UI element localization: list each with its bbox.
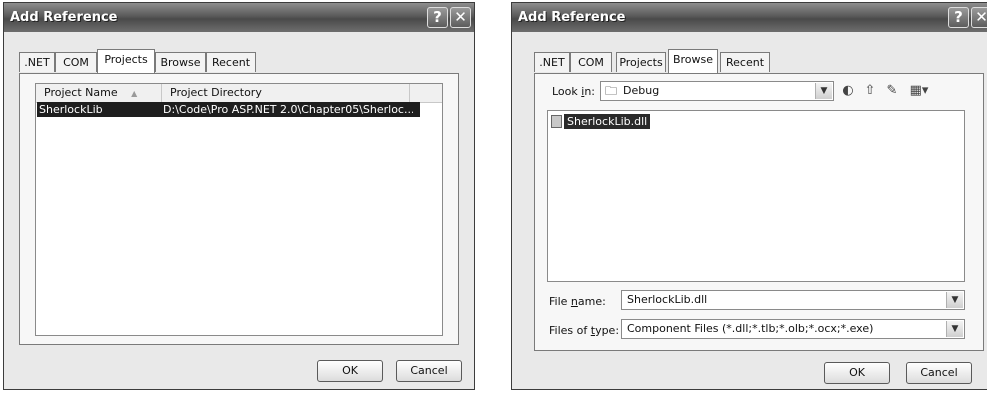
column-project-name[interactable]: Project Name ▲ xyxy=(36,84,162,102)
files-of-type-dropdown[interactable]: Component Files (*.dll;*.tlb;*.olb;*.ocx… xyxy=(621,319,965,339)
look-in-label: Look in: xyxy=(552,85,596,98)
views-menu-icon[interactable]: ▦▾ xyxy=(907,83,931,99)
back-icon[interactable]: ◐ xyxy=(840,83,856,99)
close-icon: ✕ xyxy=(454,8,467,26)
look-in-value: Debug xyxy=(623,84,660,97)
chevron-down-icon: ▼ xyxy=(946,292,963,308)
tab-dotnet[interactable]: .NET xyxy=(19,52,55,72)
tab-com[interactable]: COM xyxy=(55,52,97,72)
help-icon: ? xyxy=(954,8,963,26)
table-row[interactable]: SherlockLib D:\Code\Pro ASP.NET 2.0\Chap… xyxy=(37,102,420,117)
dialog-title: Add Reference xyxy=(10,10,118,25)
project-name-cell: SherlockLib xyxy=(39,103,103,116)
new-folder-icon[interactable]: ✎ xyxy=(884,83,900,99)
tab-panel: Project Name ▲ Project Directory Sherloc… xyxy=(19,73,459,345)
help-button[interactable]: ? xyxy=(948,7,969,28)
add-reference-dialog-browse: Add Reference ? ✕ .NET COM Projects Brow… xyxy=(511,2,987,390)
projects-list[interactable]: Project Name ▲ Project Directory Sherloc… xyxy=(35,83,443,336)
column-label: Project Name xyxy=(44,86,118,99)
column-label: Project Directory xyxy=(170,86,262,99)
title-bar: Add Reference xyxy=(512,3,987,32)
title-bar: Add Reference xyxy=(4,3,474,32)
help-icon: ? xyxy=(433,8,442,26)
column-project-directory[interactable]: Project Directory xyxy=(162,84,410,102)
chevron-down-icon: ▼ xyxy=(946,321,963,337)
close-icon: ✕ xyxy=(975,8,987,26)
tab-recent[interactable]: Recent xyxy=(720,52,770,72)
look-in-dropdown[interactable]: 🗀 Debug ▼ xyxy=(600,81,834,101)
project-directory-cell: D:\Code\Pro ASP.NET 2.0\Chapter05\Sherlo… xyxy=(163,103,413,116)
tab-browse[interactable]: Browse xyxy=(668,49,718,73)
list-header: Project Name ▲ Project Directory xyxy=(36,84,442,103)
tab-projects[interactable]: Projects xyxy=(616,52,666,72)
up-folder-icon[interactable]: ⇧ xyxy=(862,83,878,99)
close-button[interactable]: ✕ xyxy=(971,7,987,28)
file-name-input[interactable]: SherlockLib.dll ▼ xyxy=(621,290,965,310)
dll-file-icon xyxy=(551,115,562,128)
tab-browse[interactable]: Browse xyxy=(155,52,206,72)
file-name-label: File name: xyxy=(549,295,606,308)
cancel-button[interactable]: Cancel xyxy=(906,362,972,384)
file-name-value: SherlockLib.dll xyxy=(627,293,708,306)
files-of-type-value: Component Files (*.dll;*.tlb;*.olb;*.ocx… xyxy=(627,322,874,335)
files-of-type-label: Files of type: xyxy=(549,324,620,337)
ok-button[interactable]: OK xyxy=(317,360,383,382)
add-reference-dialog-projects: Add Reference ? ✕ .NET COM Projects Brow… xyxy=(3,2,475,390)
ok-button[interactable]: OK xyxy=(824,362,890,384)
tab-com[interactable]: COM xyxy=(570,52,612,72)
close-button[interactable]: ✕ xyxy=(450,7,471,28)
file-name: SherlockLib.dll xyxy=(564,114,651,129)
tab-dotnet[interactable]: .NET xyxy=(534,52,570,72)
file-list[interactable]: SherlockLib.dll xyxy=(547,110,965,282)
help-button[interactable]: ? xyxy=(427,7,448,28)
tab-projects[interactable]: Projects xyxy=(97,49,155,73)
tab-recent[interactable]: Recent xyxy=(206,52,256,72)
folder-icon: 🗀 xyxy=(605,84,618,98)
cancel-button[interactable]: Cancel xyxy=(396,360,462,382)
chevron-down-icon: ▼ xyxy=(815,83,832,99)
dialog-title: Add Reference xyxy=(518,10,626,25)
sort-ascending-icon: ▲ xyxy=(131,89,138,98)
